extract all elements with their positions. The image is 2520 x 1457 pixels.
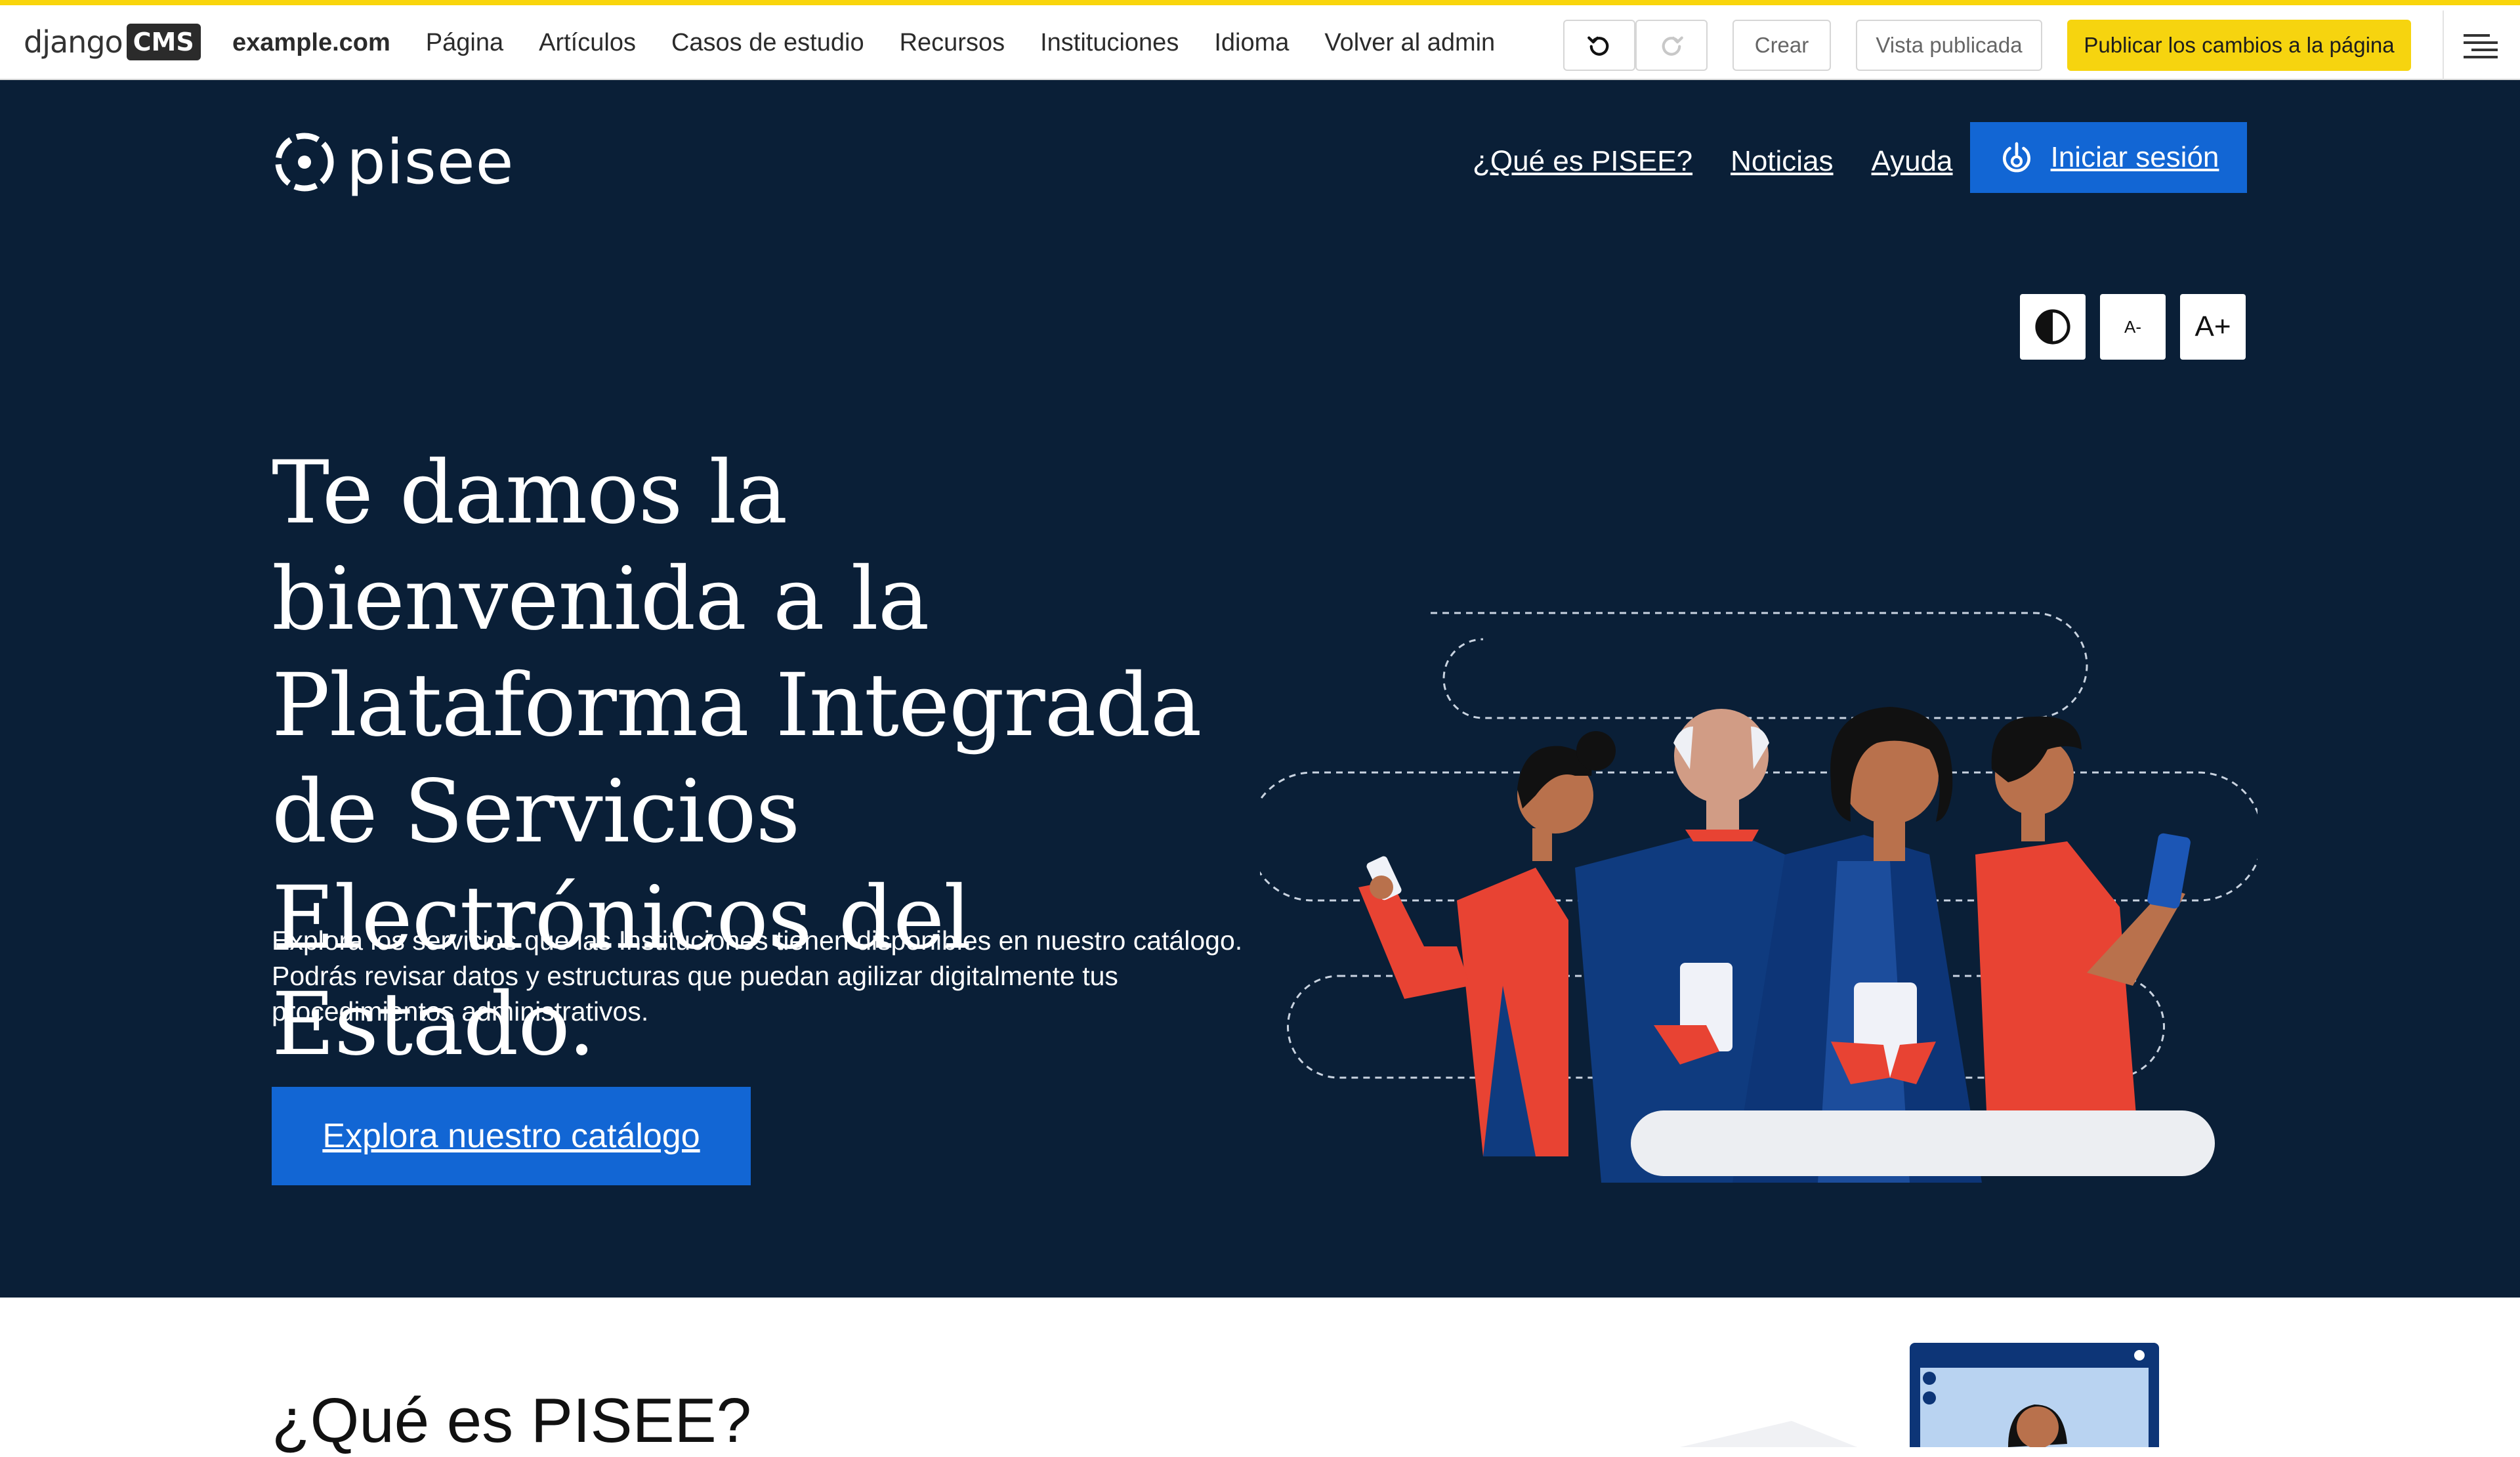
pisee-logo-icon: [275, 133, 334, 192]
person-left: [1358, 731, 1616, 1156]
contrast-toggle-button[interactable]: [2020, 294, 2086, 360]
cms-menu-pagina[interactable]: Página: [426, 29, 503, 57]
pisee-logo[interactable]: pisee: [272, 126, 514, 198]
cms-menu: example.com Página Artículos Casos de es…: [232, 5, 1530, 80]
hamburger-icon: [2464, 34, 2498, 58]
cms-logo-badge: CMS: [126, 24, 201, 60]
nav-link-noticias[interactable]: Noticias: [1731, 145, 1834, 178]
hero-section: pisee ¿Qué es PISEE? Noticias Ayuda Inic…: [0, 80, 2520, 1298]
login-label: Iniciar sesión: [2050, 141, 2219, 173]
redo-icon: [1662, 36, 1683, 56]
cms-menu-instituciones[interactable]: Instituciones: [1040, 29, 1179, 57]
cms-menu-articulos[interactable]: Artículos: [539, 29, 636, 57]
main-nav: ¿Qué es PISEE? Noticias Ayuda: [1473, 135, 1991, 188]
hero-people-illustration: [1260, 612, 2258, 1183]
hero-description: Explora los servicios que las Institucio…: [272, 925, 1243, 1026]
nav-link-ayuda[interactable]: Ayuda: [1872, 145, 1953, 178]
section-title: ¿Qué es PISEE?: [272, 1385, 752, 1456]
power-icon: [2002, 142, 2030, 173]
increase-font-button[interactable]: A+: [2180, 294, 2246, 360]
publish-changes-button[interactable]: Publicar los cambios a la página: [2067, 20, 2411, 71]
desk-shape: [1631, 1110, 2215, 1176]
undo-icon: [1587, 36, 1609, 56]
undo-button[interactable]: [1563, 20, 1635, 71]
explore-catalog-button[interactable]: Explora nuestro catálogo: [272, 1087, 751, 1185]
django-cms-logo[interactable]: django CMS: [24, 21, 201, 63]
cms-menu-volver-al-admin[interactable]: Volver al admin: [1324, 29, 1495, 57]
person-right: [1975, 716, 2191, 1156]
create-button[interactable]: Crear: [1732, 20, 1831, 71]
toolbar-menu-button[interactable]: [2443, 11, 2520, 84]
nav-link-que-es-pisee[interactable]: ¿Qué es PISEE?: [1473, 145, 1692, 178]
cms-menu-idioma[interactable]: Idioma: [1214, 29, 1289, 57]
decrease-font-button[interactable]: A-: [2100, 294, 2166, 360]
login-button[interactable]: Iniciar sesión: [1970, 122, 2247, 193]
view-published-button[interactable]: Vista publicada: [1856, 20, 2042, 71]
cms-menu-casos-de-estudio[interactable]: Casos de estudio: [671, 29, 864, 57]
redo-button[interactable]: [1635, 20, 1708, 71]
brand-name: pisee: [346, 126, 514, 198]
contrast-icon: [2035, 309, 2070, 345]
cms-logo-text: django: [24, 24, 123, 60]
cms-menu-site[interactable]: example.com: [232, 29, 390, 57]
cms-menu-recursos[interactable]: Recursos: [900, 29, 1005, 57]
section-illustration: [1680, 1343, 2159, 1447]
cms-toolbar: django CMS example.com Página Artículos …: [0, 0, 2520, 84]
